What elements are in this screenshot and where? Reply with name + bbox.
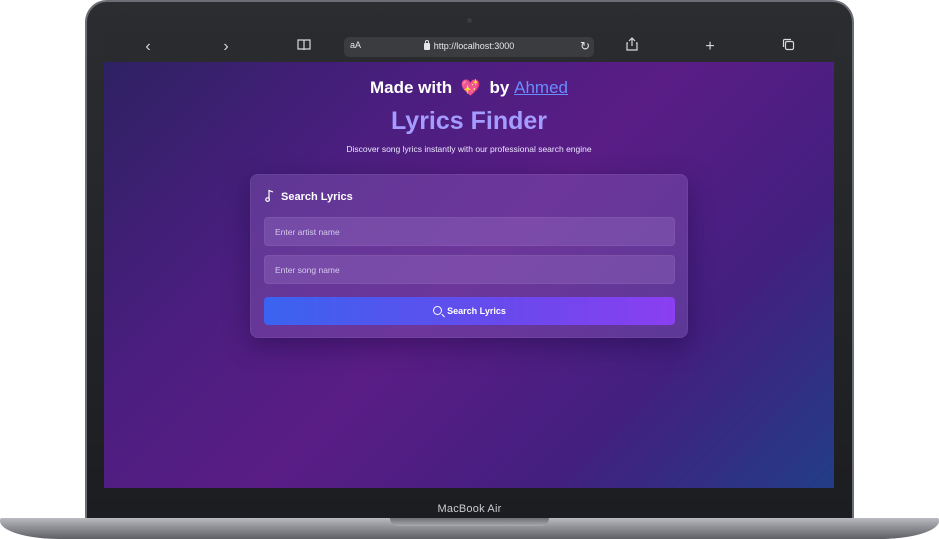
camera	[467, 18, 472, 23]
browser-toolbar: ‹ › aA http://localhost:3000 ↻ +	[104, 32, 834, 62]
song-input[interactable]	[264, 255, 675, 284]
address-bar[interactable]: aA http://localhost:3000 ↻	[344, 37, 594, 57]
page-subtitle: Discover song lyrics instantly with our …	[346, 144, 592, 154]
page-title: Lyrics Finder	[390, 107, 548, 135]
card-heading: Search Lyrics	[265, 189, 353, 203]
chevron-right-icon[interactable]: ›	[216, 37, 236, 57]
heart-icon: 💖	[460, 80, 481, 97]
credit-line: Made with 💖 by Ahmed	[104, 78, 834, 98]
plus-icon[interactable]: +	[700, 37, 720, 57]
tabs-icon[interactable]	[778, 37, 798, 57]
search-lyrics-button[interactable]: Search Lyrics	[264, 297, 675, 325]
laptop-notch	[390, 518, 549, 526]
reload-icon[interactable]: ↻	[580, 39, 590, 53]
artist-input[interactable]	[264, 217, 675, 246]
music-note-icon	[265, 189, 274, 202]
credit-prefix: Made with	[369, 78, 453, 97]
book-icon[interactable]	[294, 37, 314, 57]
url-display: http://localhost:3000	[344, 40, 594, 51]
search-card: Search Lyrics Search Lyrics	[250, 174, 688, 338]
web-page: Made with 💖 by Ahmed Lyrics Finder Disco…	[104, 62, 834, 488]
device-label: MacBook Air	[437, 503, 502, 515]
author-link[interactable]: Ahmed	[514, 78, 568, 97]
screen: ‹ › aA http://localhost:3000 ↻ + Made wi…	[104, 32, 834, 488]
search-icon	[433, 306, 443, 315]
chevron-left-icon[interactable]: ‹	[138, 37, 158, 57]
url-text: http://localhost:3000	[433, 41, 515, 51]
credit-by: by	[489, 78, 510, 97]
lock-icon	[423, 40, 430, 50]
share-icon[interactable]	[622, 37, 642, 57]
card-heading-text: Search Lyrics	[281, 191, 353, 203]
search-button-label: Search Lyrics	[447, 306, 506, 316]
